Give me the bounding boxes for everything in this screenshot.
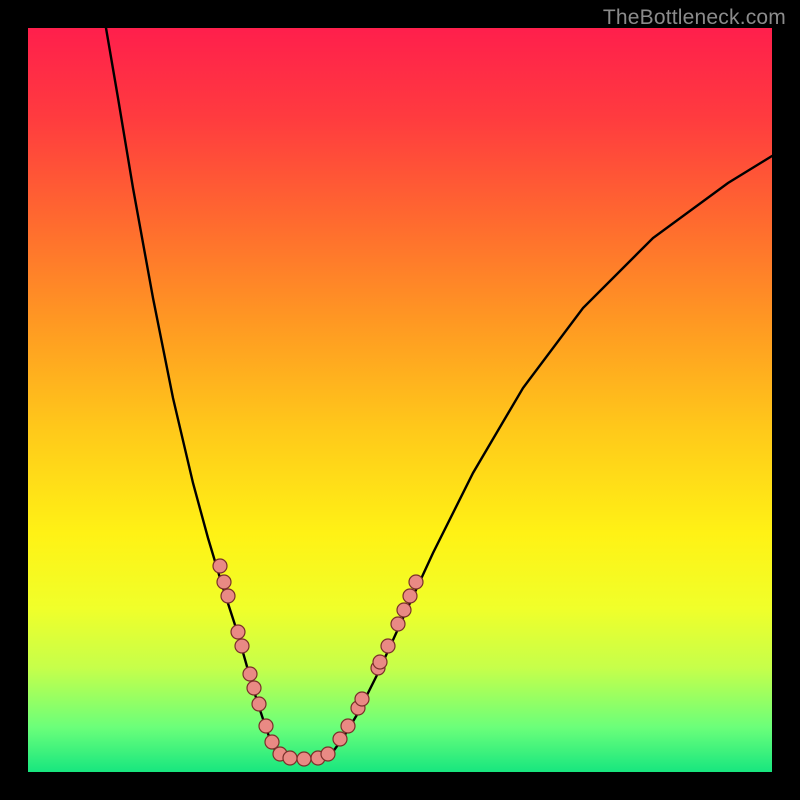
data-point bbox=[217, 575, 231, 589]
data-point bbox=[252, 697, 266, 711]
data-point bbox=[397, 603, 411, 617]
bottleneck-curve bbox=[106, 28, 772, 759]
data-dots bbox=[213, 559, 423, 766]
data-point bbox=[341, 719, 355, 733]
data-point bbox=[213, 559, 227, 573]
data-point bbox=[321, 747, 335, 761]
data-point bbox=[391, 617, 405, 631]
data-point bbox=[259, 719, 273, 733]
data-point bbox=[265, 735, 279, 749]
chart-frame: TheBottleneck.com bbox=[0, 0, 800, 800]
data-point bbox=[235, 639, 249, 653]
data-point bbox=[355, 692, 369, 706]
data-point bbox=[297, 752, 311, 766]
data-point bbox=[221, 589, 235, 603]
data-point bbox=[409, 575, 423, 589]
data-point bbox=[333, 732, 347, 746]
data-point bbox=[231, 625, 245, 639]
watermark-text: TheBottleneck.com bbox=[603, 6, 786, 30]
data-point bbox=[247, 681, 261, 695]
data-point bbox=[381, 639, 395, 653]
data-point bbox=[373, 655, 387, 669]
plot-area bbox=[28, 28, 772, 772]
data-point bbox=[243, 667, 257, 681]
data-point bbox=[403, 589, 417, 603]
curve-svg bbox=[28, 28, 772, 772]
data-point bbox=[283, 751, 297, 765]
